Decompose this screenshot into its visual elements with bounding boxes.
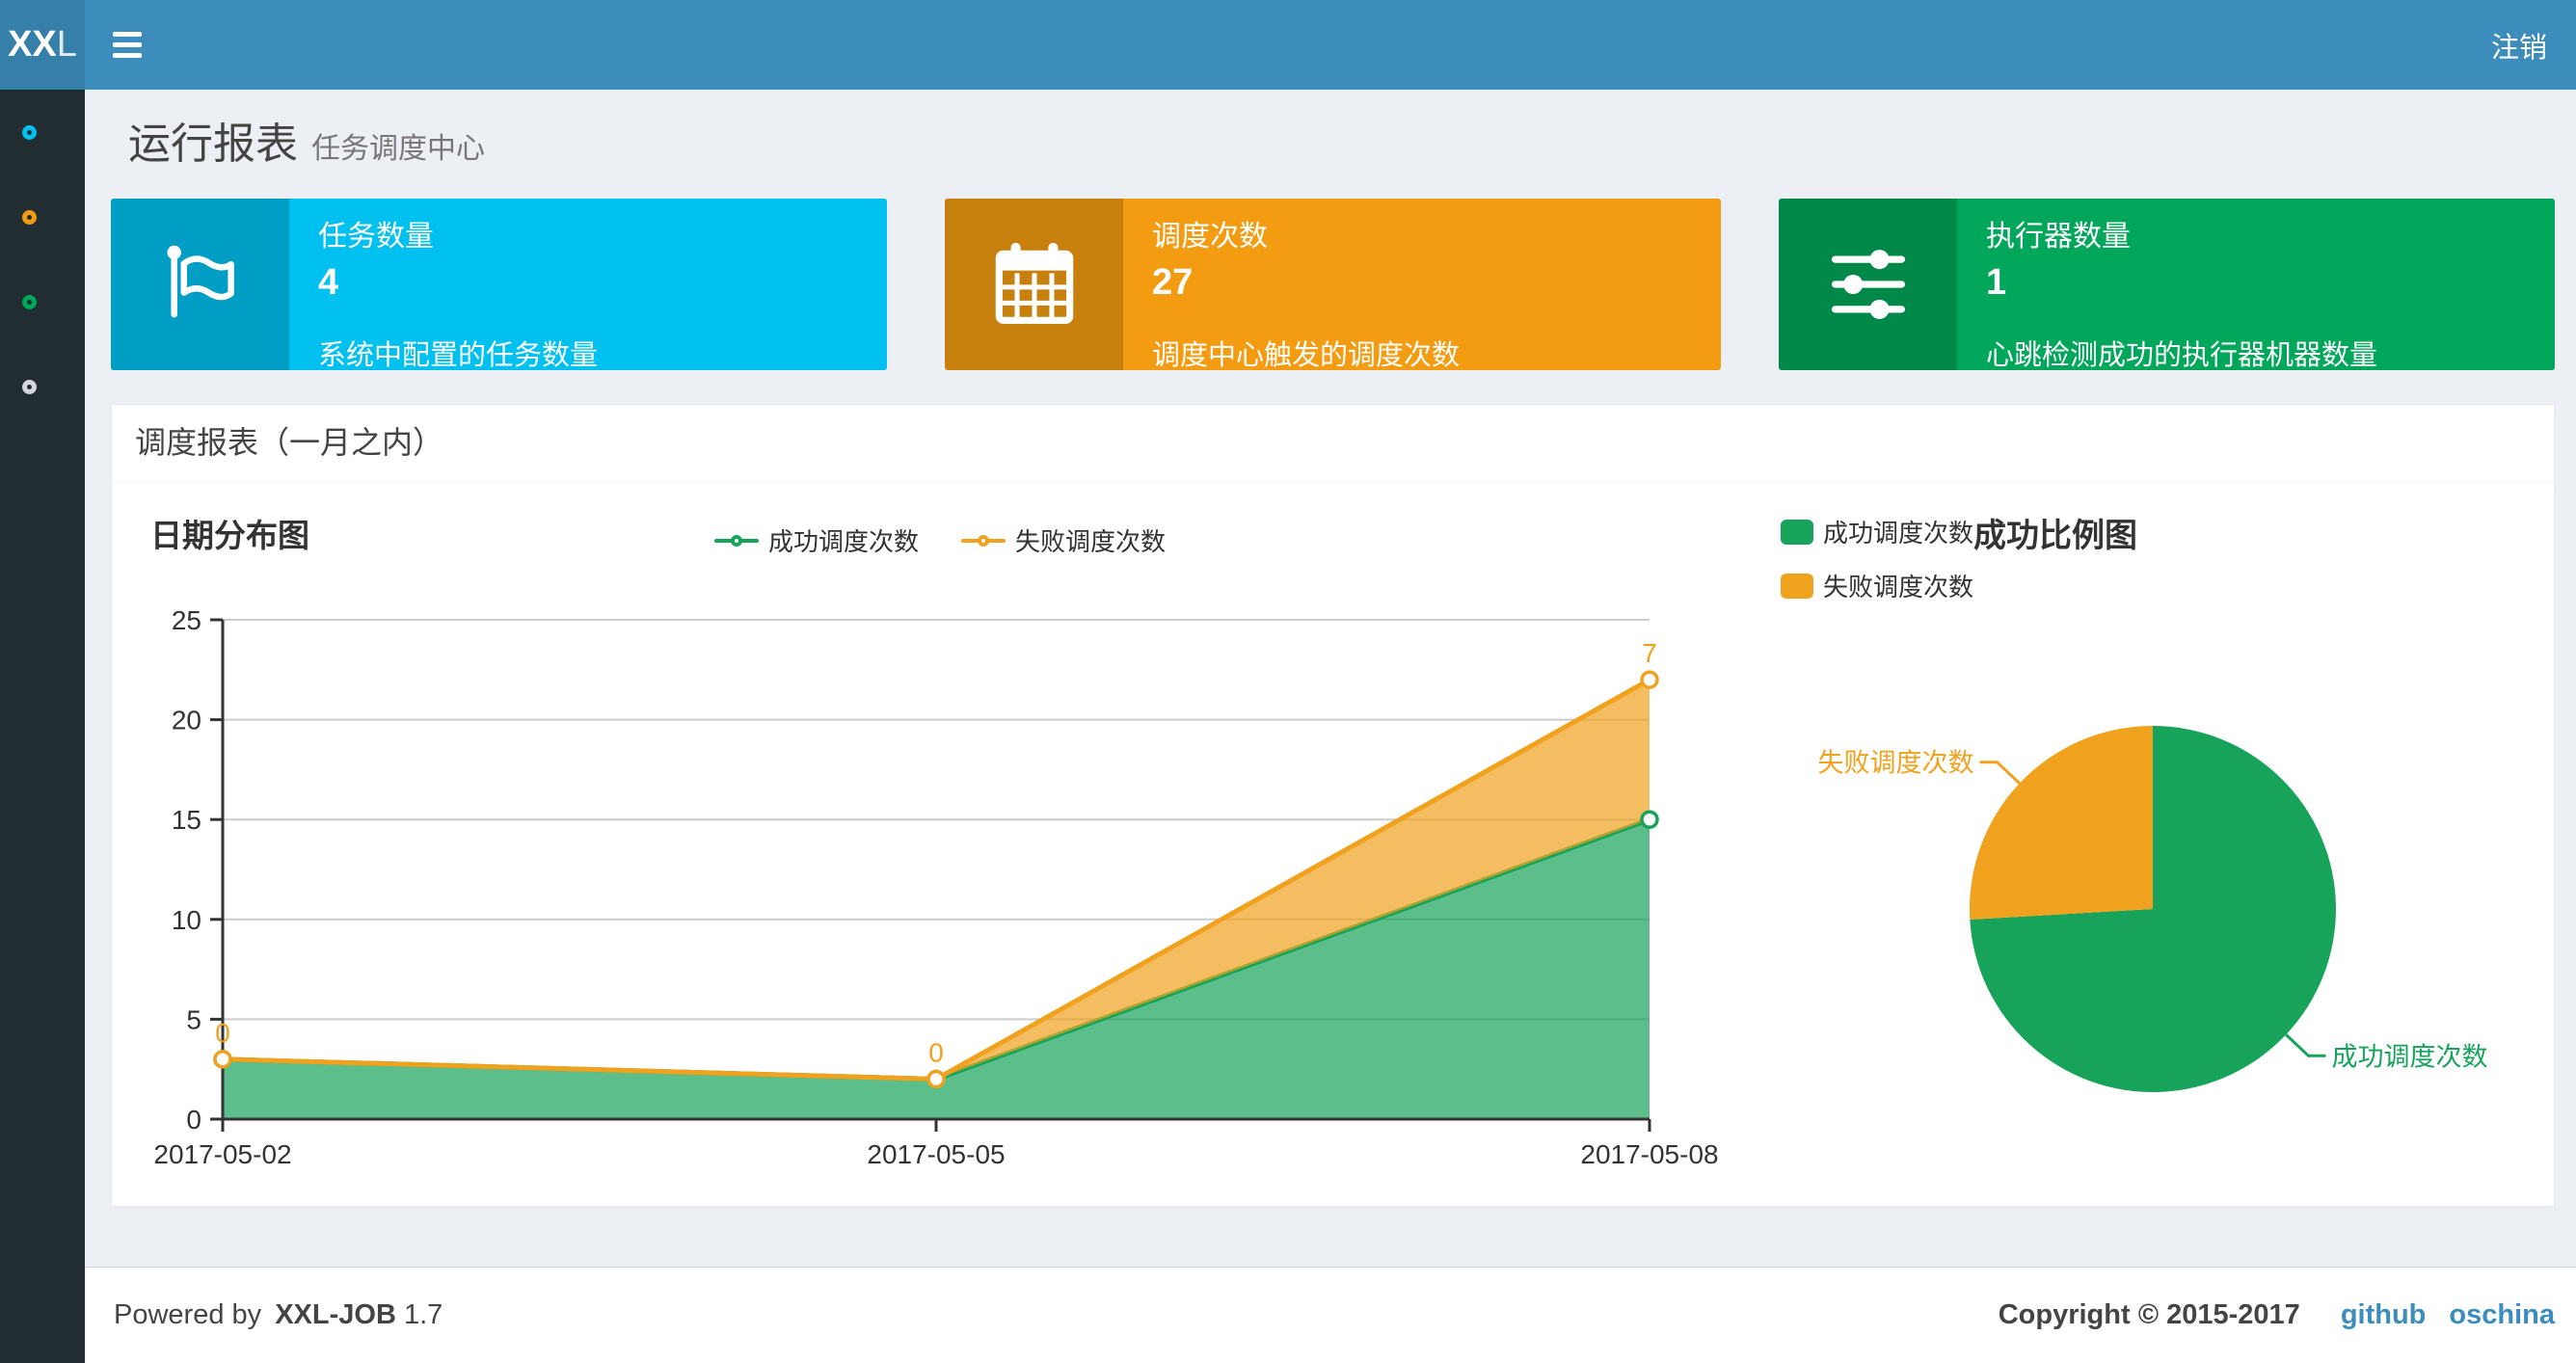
swatch-icon <box>1781 573 1813 599</box>
stat-description: 系统中配置的任务数量 <box>318 340 599 370</box>
line-marker-icon <box>714 534 759 547</box>
stat-box-executors: 执行器数量 1 心跳检测成功的执行器机器数量 <box>1779 199 2555 370</box>
date-distribution-chart: 日期分布图 成功调度次数 失败调度次数 0 5 10 15 20 25 2017… <box>112 482 1725 1185</box>
circle-outline-icon <box>22 209 37 225</box>
stat-description: 心跳检测成功的执行器机器数量 <box>1986 340 2378 370</box>
line-chart-title: 日期分布图 <box>150 518 309 553</box>
stat-label: 执行器数量 <box>1986 221 2131 253</box>
logo-text-light: L <box>56 24 77 65</box>
pie-label-line <box>1979 761 2021 785</box>
data-point <box>1640 670 1659 689</box>
logout-button[interactable]: 注销 <box>2462 0 2576 90</box>
data-point <box>213 1050 232 1069</box>
footer: Powered by XXL-JOB 1.7 Copyright © 2015-… <box>85 1267 2576 1363</box>
circle-outline-icon <box>22 294 37 309</box>
sidebar-item-logs[interactable] <box>0 259 85 344</box>
y-tick-label: 25 <box>172 605 201 635</box>
main-area: 运行报表 任务调度中心 任务数量 4 系统中配置的任务数量 调度次数 27 调度… <box>85 90 2576 1363</box>
y-tick-label: 10 <box>172 905 201 935</box>
sidebar-item-jobs[interactable] <box>0 174 85 259</box>
stat-box-jobs: 任务数量 4 系统中配置的任务数量 <box>111 199 887 370</box>
report-panel: 调度报表（一月之内） 日期分布图 成功调度次数 失败调度次数 0 5 10 15… <box>111 404 2555 1207</box>
charts-row: 日期分布图 成功调度次数 失败调度次数 0 5 10 15 20 25 2017… <box>112 482 2554 1185</box>
stat-label: 任务数量 <box>318 221 434 253</box>
stat-box-triggers: 调度次数 27 调度中心触发的调度次数 <box>945 199 1721 370</box>
pie-chart-canvas: 成功调度次数 失败调度次数 <box>1818 726 2487 1092</box>
copyright: Copyright © 2015-2017 <box>1998 1299 2300 1330</box>
version: 1.7 <box>403 1299 443 1330</box>
pie-label-line <box>2285 1033 2326 1057</box>
y-tick-label: 20 <box>172 706 201 735</box>
powered-by: Powered by XXL-JOB 1.7 <box>114 1299 443 1330</box>
body-wrapper: 运行报表 任务调度中心 任务数量 4 系统中配置的任务数量 调度次数 27 调度… <box>0 90 2576 1363</box>
stat-value: 4 <box>318 262 339 303</box>
stat-value: 27 <box>1152 262 1194 303</box>
pie-slice-label: 失败调度次数 <box>1818 749 1974 778</box>
legend-item-success[interactable]: 成功调度次数 <box>714 522 919 558</box>
sidebar-item-executors[interactable] <box>0 344 85 429</box>
point-value-label: 0 <box>928 1038 944 1068</box>
circle-outline-icon <box>22 124 37 140</box>
point-value-label: 0 <box>215 1018 230 1048</box>
swatch-icon <box>1781 519 1813 545</box>
sidebar <box>0 90 85 1363</box>
oschina-link[interactable]: oschina <box>2449 1299 2555 1331</box>
app-logo[interactable]: XX L <box>0 0 85 90</box>
line-chart-legend: 成功调度次数 失败调度次数 <box>714 522 1166 558</box>
x-tick-label: 2017-05-05 <box>867 1139 1005 1169</box>
point-value-label: 7 <box>1642 638 1657 668</box>
circle-outline-icon <box>22 379 37 394</box>
page-title: 运行报表 任务调度中心 <box>128 120 485 168</box>
x-tick-label: 2017-05-08 <box>1580 1139 1718 1169</box>
pie-slice <box>1969 726 2153 920</box>
data-point <box>926 1069 946 1089</box>
flag-icon <box>167 245 234 318</box>
stat-label: 调度次数 <box>1152 221 1268 253</box>
stat-value: 1 <box>1986 262 2007 303</box>
github-link[interactable]: github <box>2341 1299 2427 1331</box>
brand-name: XXL-JOB <box>275 1299 396 1330</box>
panel-title: 调度报表（一月之内） <box>112 405 2554 482</box>
line-chart-canvas: 05101520252017-05-02 2017-05-05 2017-05-08… <box>153 605 1718 1169</box>
stat-box-row: 任务数量 4 系统中配置的任务数量 调度次数 27 调度中心触发的调度次数 执行… <box>111 199 2555 370</box>
sidebar-toggle-button[interactable] <box>85 0 170 90</box>
y-tick-label: 0 <box>186 1105 201 1135</box>
content-header: 运行报表 任务调度中心 <box>85 90 2576 199</box>
content: 任务数量 4 系统中配置的任务数量 调度次数 27 调度中心触发的调度次数 执行… <box>85 199 2576 1207</box>
hamburger-icon <box>113 32 142 37</box>
top-navbar: XX L 注销 <box>0 0 2576 90</box>
footer-right: Copyright © 2015-2017 github oschina <box>1999 1299 2555 1331</box>
calendar-icon <box>995 242 1073 324</box>
y-tick-label: 5 <box>186 1004 201 1034</box>
line-marker-icon <box>961 534 1006 547</box>
legend-item-fail[interactable]: 失败调度次数 <box>1781 568 1973 603</box>
pie-slice-label: 成功调度次数 <box>2331 1042 2487 1071</box>
logo-text-bold: XX <box>8 24 57 65</box>
success-ratio-chart: 成功调度次数 失败调度次数 成功比例图 成功调度次数 失败调度次数 <box>1725 482 2552 1185</box>
x-tick-label: 2017-05-02 <box>153 1139 291 1169</box>
y-tick-label: 15 <box>172 805 201 835</box>
pie-chart-title: 成功比例图 <box>1973 518 2137 554</box>
page-subtitle: 任务调度中心 <box>311 133 485 165</box>
app-root: XX L 注销 运行报表 任务调度中心 任务数量 4 系统中配置的任务数量 调度… <box>0 0 2576 1363</box>
pie-chart-legend: 成功调度次数 失败调度次数 <box>1781 514 1973 622</box>
sliders-icon <box>1831 250 1905 319</box>
data-point <box>1640 810 1659 829</box>
stat-description: 调度中心触发的调度次数 <box>1152 340 1461 370</box>
legend-item-success[interactable]: 成功调度次数 <box>1781 514 1973 549</box>
legend-item-fail[interactable]: 失败调度次数 <box>961 522 1166 558</box>
sidebar-item-report[interactable] <box>0 90 85 174</box>
